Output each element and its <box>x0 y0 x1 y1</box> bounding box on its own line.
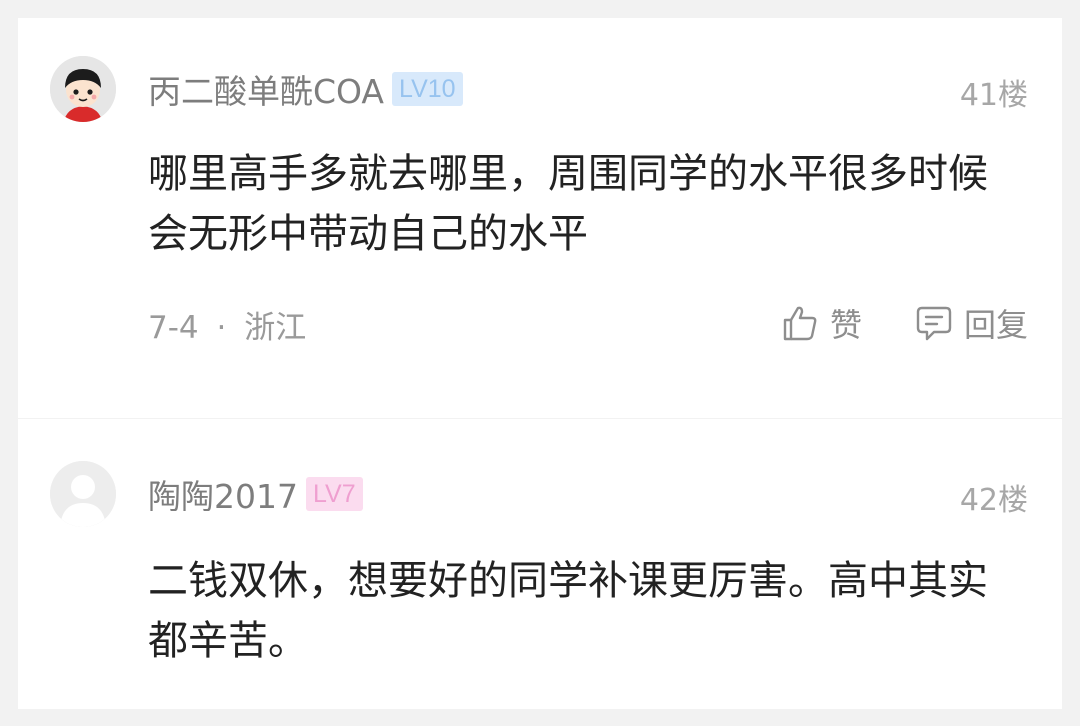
cartoon-avatar-icon <box>50 56 116 122</box>
meta-separator: · <box>216 310 227 346</box>
floor-number: 42楼 <box>959 483 1028 518</box>
user-avatar[interactable] <box>50 56 116 122</box>
comment-meta: 7-4 · 浙江 <box>148 302 306 347</box>
comment-bubble-icon <box>916 306 952 341</box>
comment-text: 哪里高手多就去哪里，周围同学的水平很多时候会无形中带动自己的水平 <box>148 151 988 257</box>
comment-card: 丙二酸单酰COA LV10 41楼 哪里高手多就去哪里，周围同学的水平很多时候会… <box>18 18 1062 418</box>
floor-number: 41楼 <box>959 78 1028 113</box>
like-label: 赞 <box>829 306 862 344</box>
comment-text: 二钱双休，想要好的同学补课更厉害。高中其实都辛苦。 <box>148 558 988 664</box>
comment-header: 陶陶2017 LV7 <box>148 470 363 518</box>
username[interactable]: 陶陶2017 <box>148 470 298 518</box>
comment-actions: 赞 回复 <box>780 300 1028 346</box>
default-avatar-icon <box>50 461 116 527</box>
reply-button[interactable]: 回复 <box>914 300 1028 346</box>
comment-card: 陶陶2017 LV7 42楼 二钱双休，想要好的同学补课更厉害。高中其实都辛苦。 <box>18 419 1062 709</box>
level-badge: LV10 <box>392 72 463 106</box>
comment-date: 7-4 <box>148 310 199 346</box>
user-avatar[interactable] <box>50 461 116 527</box>
reply-label: 回复 <box>963 306 1028 344</box>
thumbs-up-icon <box>783 306 817 341</box>
username[interactable]: 丙二酸单酰COA <box>148 65 384 113</box>
comment-location: 浙江 <box>244 310 307 346</box>
comment-header: 丙二酸单酰COA LV10 <box>148 65 463 113</box>
like-button[interactable]: 赞 <box>780 300 862 346</box>
level-badge: LV7 <box>305 477 363 511</box>
